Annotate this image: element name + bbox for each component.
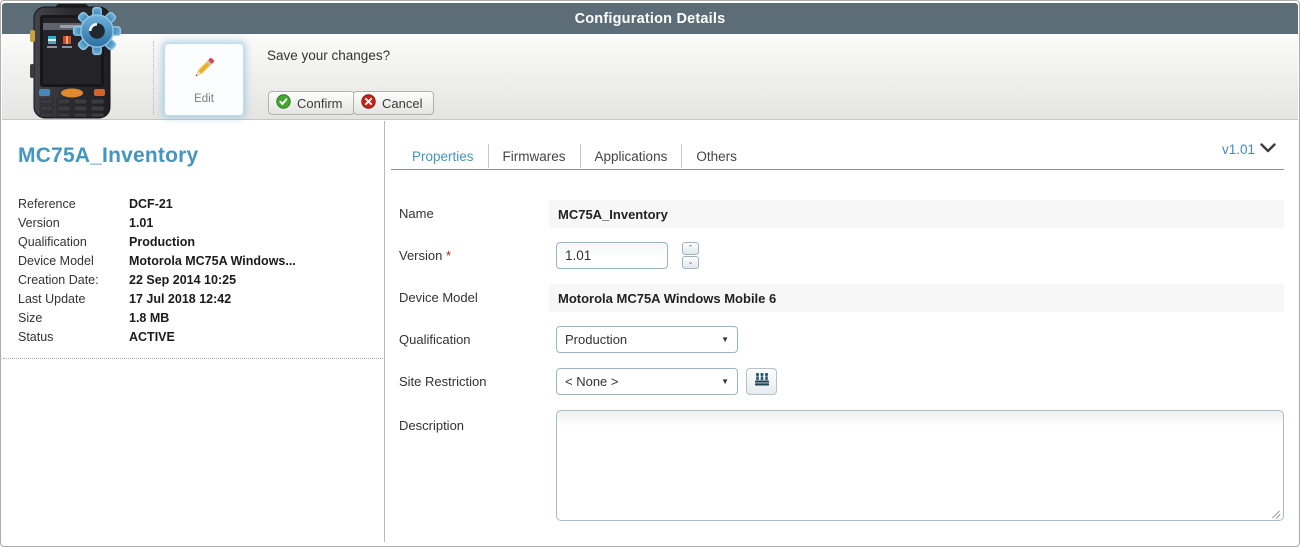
name-field: MC75A_Inventory: [549, 200, 1284, 228]
page-title: Configuration Details: [574, 10, 726, 27]
detail-label: Version: [18, 215, 60, 230]
chevron-down-icon: [1260, 140, 1276, 158]
site-restriction-select[interactable]: < None > ▼: [556, 368, 738, 395]
version-input[interactable]: [556, 242, 668, 269]
tab-bar: Properties Firmwares Applications Others: [398, 143, 751, 169]
save-changes-prompt: Save your changes?: [267, 48, 391, 63]
confirm-button[interactable]: Confirm: [268, 91, 355, 115]
name-label: Name: [399, 206, 434, 221]
detail-label: Creation Date:: [18, 272, 99, 287]
version-stepper-up[interactable]: ⌃: [682, 242, 699, 255]
device-model-label: Device Model: [399, 290, 478, 305]
version-label: Version *: [399, 248, 451, 263]
description-label: Description: [399, 418, 465, 433]
cancel-button-label: Cancel: [382, 95, 423, 111]
detail-value: DCF-21: [129, 196, 173, 211]
dropdown-arrow-icon: ▼: [721, 335, 729, 344]
detail-row: Version 1.01: [18, 213, 368, 232]
panel-divider: [384, 121, 385, 542]
detail-value: 1.8 MB: [129, 310, 170, 325]
configuration-details-page: Configuration Details Edit Save your cha…: [0, 0, 1300, 547]
detail-label: Device Model: [18, 253, 94, 268]
gear-icon: [72, 6, 122, 56]
dropdown-arrow-icon: ▼: [721, 377, 729, 386]
manage-sites-button[interactable]: [746, 368, 777, 395]
version-label-text: Version: [399, 248, 443, 263]
version-stepper-down[interactable]: ⌄: [682, 256, 699, 269]
detail-label: Size: [18, 310, 43, 325]
tab-firmwares[interactable]: Firmwares: [489, 149, 580, 164]
version-stepper: ⌃ ⌄: [682, 242, 699, 269]
device-model-field: Motorola MC75A Windows Mobile 6: [549, 284, 1284, 312]
detail-label: Last Update: [18, 291, 86, 306]
check-circle-icon: [276, 94, 291, 112]
configuration-name-title: MC75A_Inventory: [18, 144, 199, 167]
detail-row: Status ACTIVE: [18, 327, 368, 346]
description-field-frame: [556, 410, 1284, 521]
qualification-select-value: Production: [565, 332, 628, 347]
detail-row: Qualification Production: [18, 232, 368, 251]
site-restriction-select-value: < None >: [565, 374, 619, 389]
toolbar-separator: [153, 41, 154, 115]
detail-value: 1.01: [129, 215, 154, 230]
qualification-label: Qualification: [399, 332, 471, 347]
detail-value: 17 Jul 2018 12:42: [129, 291, 232, 306]
status-badge: ACTIVE: [129, 329, 175, 344]
detail-row: Reference DCF-21: [18, 194, 368, 213]
detail-value: Production: [129, 234, 195, 249]
tab-others[interactable]: Others: [682, 149, 751, 164]
detail-row: Device Model Motorola MC75A Windows...: [18, 251, 368, 270]
version-selector-label: v1.01: [1222, 141, 1256, 157]
tab-properties[interactable]: Properties: [398, 149, 488, 164]
detail-value: Motorola MC75A Windows...: [129, 253, 296, 268]
edit-button[interactable]: Edit: [164, 43, 244, 116]
window-titlebar: Configuration Details: [2, 3, 1298, 34]
tab-applications[interactable]: Applications: [581, 149, 682, 164]
site-restriction-label: Site Restriction: [399, 374, 487, 389]
detail-row: Last Update 17 Jul 2018 12:42: [18, 289, 368, 308]
detail-value: 22 Sep 2014 10:25: [129, 272, 237, 287]
qualification-select[interactable]: Production ▼: [556, 326, 738, 353]
cancel-button[interactable]: Cancel: [353, 91, 435, 115]
description-textarea[interactable]: [557, 411, 1283, 520]
detail-label: Status: [18, 329, 54, 344]
sites-icon: [753, 372, 771, 392]
detail-row: Creation Date: 22 Sep 2014 10:25: [18, 270, 368, 289]
config-version-selector[interactable]: v1.01: [1222, 140, 1276, 158]
confirm-button-label: Confirm: [297, 95, 343, 111]
sidebar-dotted-divider: [3, 358, 383, 359]
edit-button-label: Edit: [194, 92, 214, 105]
x-circle-icon: [361, 94, 376, 112]
configuration-summary: Reference DCF-21 Version 1.01 Qualificat…: [18, 194, 368, 346]
required-asterisk: *: [446, 248, 452, 263]
tabbar-underline: [391, 169, 1284, 170]
pencil-icon: [191, 55, 217, 86]
detail-row: Size 1.8 MB: [18, 308, 368, 327]
detail-label: Reference: [18, 196, 76, 211]
detail-label: Qualification: [18, 234, 87, 249]
